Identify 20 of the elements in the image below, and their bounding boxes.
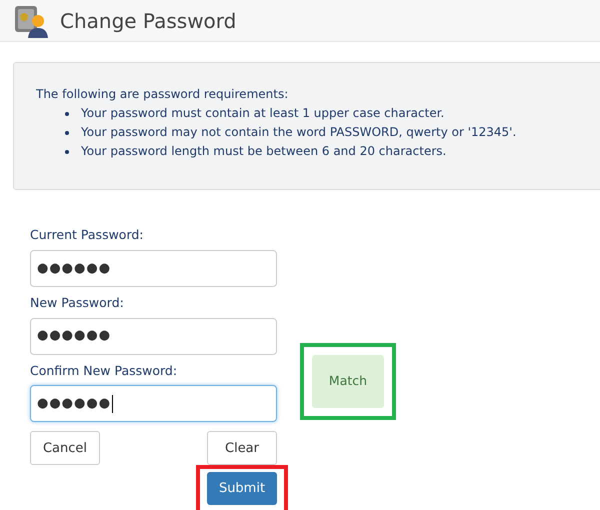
field-label: Confirm New Password: [30, 362, 178, 380]
safe-user-icon [14, 4, 48, 38]
password-field[interactable]: ●●●●●● [30, 385, 277, 422]
clear-button[interactable]: Clear [207, 431, 277, 466]
page-title: Change Password [60, 8, 236, 34]
text-cursor-icon [112, 394, 114, 413]
requirement-text: Your password may not contain the word PASSWORD, qwerty or '12345'. [81, 124, 516, 141]
field-label: New Password: [30, 294, 125, 312]
cancel-button[interactable]: Cancel [30, 431, 100, 466]
bullet-icon [65, 112, 69, 116]
password-field[interactable]: ●●●●●● [30, 318, 277, 354]
requirement-text: Your password length must be between 6 and 20 characters. [81, 143, 446, 160]
match-indicator: Match [312, 355, 384, 408]
password-field[interactable]: ●●●●●● [30, 250, 277, 287]
requirements-intro: The following are password requirements: [36, 86, 290, 103]
requirement-text: Your password must contain at least 1 upper case character. [81, 105, 444, 122]
submit-button[interactable]: Submit [207, 472, 277, 506]
bullet-icon [65, 150, 69, 154]
bullet-icon [65, 131, 69, 135]
field-label: Current Password: [30, 226, 145, 244]
